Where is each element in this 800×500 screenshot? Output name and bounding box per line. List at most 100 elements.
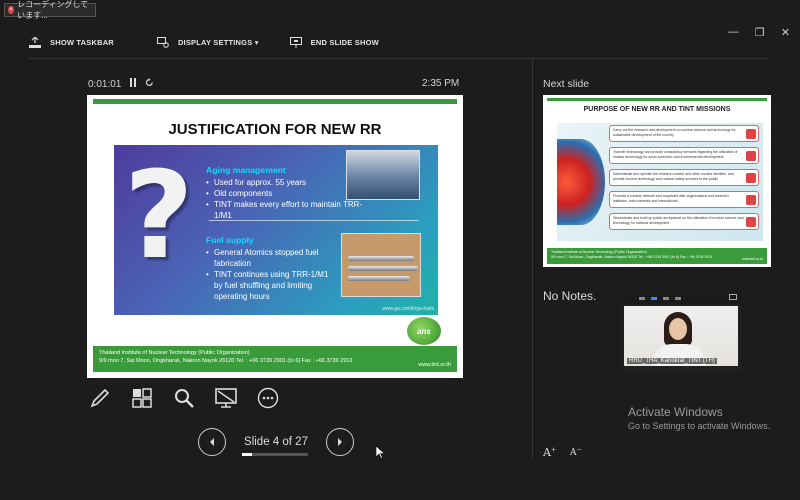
screen-slash-icon: [215, 388, 237, 408]
next-slide-footer: Thailand Institute of Nuclear Technology…: [547, 248, 767, 264]
panel-url: www.ga.com/triga-fuels: [382, 306, 434, 312]
question-mark-graphic: ?: [124, 147, 194, 286]
video-tile[interactable]: RRU_THA_Kanokrat_TINT (TH): [621, 292, 741, 372]
next-slide-top-bar: [547, 98, 767, 101]
pause-icon[interactable]: [129, 78, 137, 90]
restart-timer-icon[interactable]: [145, 78, 154, 90]
pen-icon: [90, 388, 110, 408]
current-slide: JUSTIFICATION FOR NEW RR ? Aging managem…: [87, 95, 463, 378]
black-screen-button[interactable]: [214, 386, 238, 410]
slide-progress-bar: [242, 453, 308, 456]
footer-address: 9/9 moo 7, Sai Moon, Ongkharak, Nakorn N…: [99, 358, 353, 364]
layout-icon[interactable]: [663, 296, 669, 300]
mission-icon: [746, 173, 756, 183]
next-slide-label: Next slide: [543, 78, 590, 90]
slide-content-panel: ? Aging management Used for approx. 55 y…: [114, 145, 438, 315]
more-icon: [257, 387, 279, 409]
aging-bullet: Used for approx. 55 years: [206, 177, 356, 188]
footer-url: www.tint.or.th: [418, 362, 451, 368]
chevron-left-icon: [210, 438, 214, 446]
slide-navigation: Slide 4 of 27: [198, 428, 354, 456]
recording-badge[interactable]: × レコーディングしています...: [4, 0, 96, 20]
fuel-bullet: General Atomics stopped fuel fabrication: [206, 247, 336, 269]
show-taskbar-label: SHOW TASKBAR: [50, 37, 114, 47]
participant-face: [669, 318, 687, 340]
next-footer-url: www.tint.or.th: [742, 257, 763, 261]
panel-divider: [532, 58, 533, 458]
mouse-cursor: [375, 445, 386, 464]
close-button[interactable]: ✕: [781, 26, 790, 39]
pen-tool-button[interactable]: [88, 386, 112, 410]
aging-bullet: TINT makes every effort to maintain TRR-…: [206, 199, 366, 221]
slide-top-bar: [93, 99, 457, 104]
toolbar-divider: [28, 58, 770, 59]
presenter-toolbar: SHOW TASKBAR DISPLAY SETTINGS ▾ END SLID…: [28, 36, 409, 48]
restore-button[interactable]: ❐: [755, 26, 765, 39]
record-icon: ×: [8, 6, 15, 14]
reactor-pool-photo: [346, 150, 420, 200]
layout-icon[interactable]: [651, 296, 657, 300]
next-footer-address: 9/9 moo 7, Sai Moon, Ongkharak, Nakorn N…: [551, 255, 713, 259]
current-time: 2:35 PM: [422, 78, 460, 89]
layout-icon[interactable]: [639, 296, 645, 300]
display-settings-label: DISPLAY SETTINGS ▾: [177, 37, 259, 47]
display-settings-button[interactable]: DISPLAY SETTINGS ▾: [156, 36, 259, 48]
participant-video: RRU_THA_Kanokrat_TINT (TH): [624, 306, 738, 366]
aging-bullet: Old components: [206, 188, 356, 199]
chevron-right-icon: [338, 438, 342, 446]
next-slide-title: PURPOSE OF NEW RR AND TINT MISSIONS: [583, 106, 731, 113]
mission-row: Transfer technology and provide consulta…: [609, 147, 759, 164]
more-options-button[interactable]: [256, 386, 280, 410]
end-show-icon: [289, 36, 303, 48]
activate-title: Activate Windows: [628, 405, 723, 419]
end-slide-show-button[interactable]: END SLIDE SHOW: [289, 36, 379, 48]
activate-subtitle: Go to Settings to activate Windows.: [628, 421, 771, 431]
mission-icon: [746, 151, 756, 161]
taskbar-icon: [28, 36, 42, 48]
video-layout-bar: [621, 292, 741, 304]
slide-counter[interactable]: Slide 4 of 27: [226, 436, 326, 448]
mission-row: Disseminate and build up public acceptan…: [609, 213, 759, 230]
fuel-rod-shape: [348, 256, 414, 261]
end-slide-show-label: END SLIDE SHOW: [310, 37, 379, 47]
mission-icon: [746, 217, 756, 227]
notes-area[interactable]: No Notes.: [543, 289, 596, 303]
previous-slide-button[interactable]: [198, 428, 226, 456]
zoom-button[interactable]: [172, 386, 196, 410]
show-taskbar-button[interactable]: SHOW TASKBAR: [28, 36, 114, 48]
slide-title: JUSTIFICATION FOR NEW RR: [168, 121, 382, 138]
display-settings-icon: [156, 36, 170, 48]
tint-logo: ans: [407, 317, 441, 345]
slide-footer: Thailand Institute of Nuclear Technology…: [93, 346, 457, 372]
increase-font-button[interactable]: A+: [543, 446, 556, 459]
notes-font-controls: A+ A−: [543, 446, 582, 459]
mission-row: Carry out the research and development o…: [609, 125, 759, 142]
minimize-button[interactable]: —: [728, 26, 739, 39]
slide-bullets: Aging management Used for approx. 55 yea…: [206, 165, 362, 302]
globe-graphic: [557, 139, 605, 225]
aging-heading: Aging management: [206, 165, 286, 175]
mission-icon: [746, 129, 756, 139]
slide-tools: [88, 386, 280, 410]
fuel-bullet: TINT continues using TRR-1/M1 by fuel sh…: [206, 269, 336, 302]
mission-row: Promote a nuclear network and cooperate …: [609, 191, 759, 208]
next-slide-button[interactable]: [326, 428, 354, 456]
recording-text: レコーディングしています...: [17, 0, 89, 20]
see-all-slides-button[interactable]: [130, 386, 154, 410]
footer-org: Thailand Institute of Nuclear Technology…: [99, 350, 250, 356]
fuel-heading: Fuel supply: [206, 235, 254, 245]
layout-icon[interactable]: [675, 296, 681, 300]
slide-timer: 0:01:01: [88, 78, 154, 90]
mission-row: Administrate and operate the research re…: [609, 169, 759, 186]
activate-windows-watermark: Activate Windows Go to Settings to activ…: [628, 405, 770, 431]
decrease-font-button[interactable]: A−: [570, 446, 582, 459]
magnifier-icon: [175, 389, 194, 408]
window-controls: — ❐ ✕: [728, 26, 790, 39]
participant-name: RRU_THA_Kanokrat_TINT (TH): [627, 358, 717, 364]
slide-progress-fill: [242, 453, 252, 456]
expand-video-icon[interactable]: [729, 294, 737, 300]
slides-grid-icon: [132, 388, 152, 408]
mission-icon: [746, 195, 756, 205]
elapsed-time: 0:01:01: [88, 78, 122, 90]
next-slide-preview[interactable]: PURPOSE OF NEW RR AND TINT MISSIONS Carr…: [543, 95, 771, 267]
